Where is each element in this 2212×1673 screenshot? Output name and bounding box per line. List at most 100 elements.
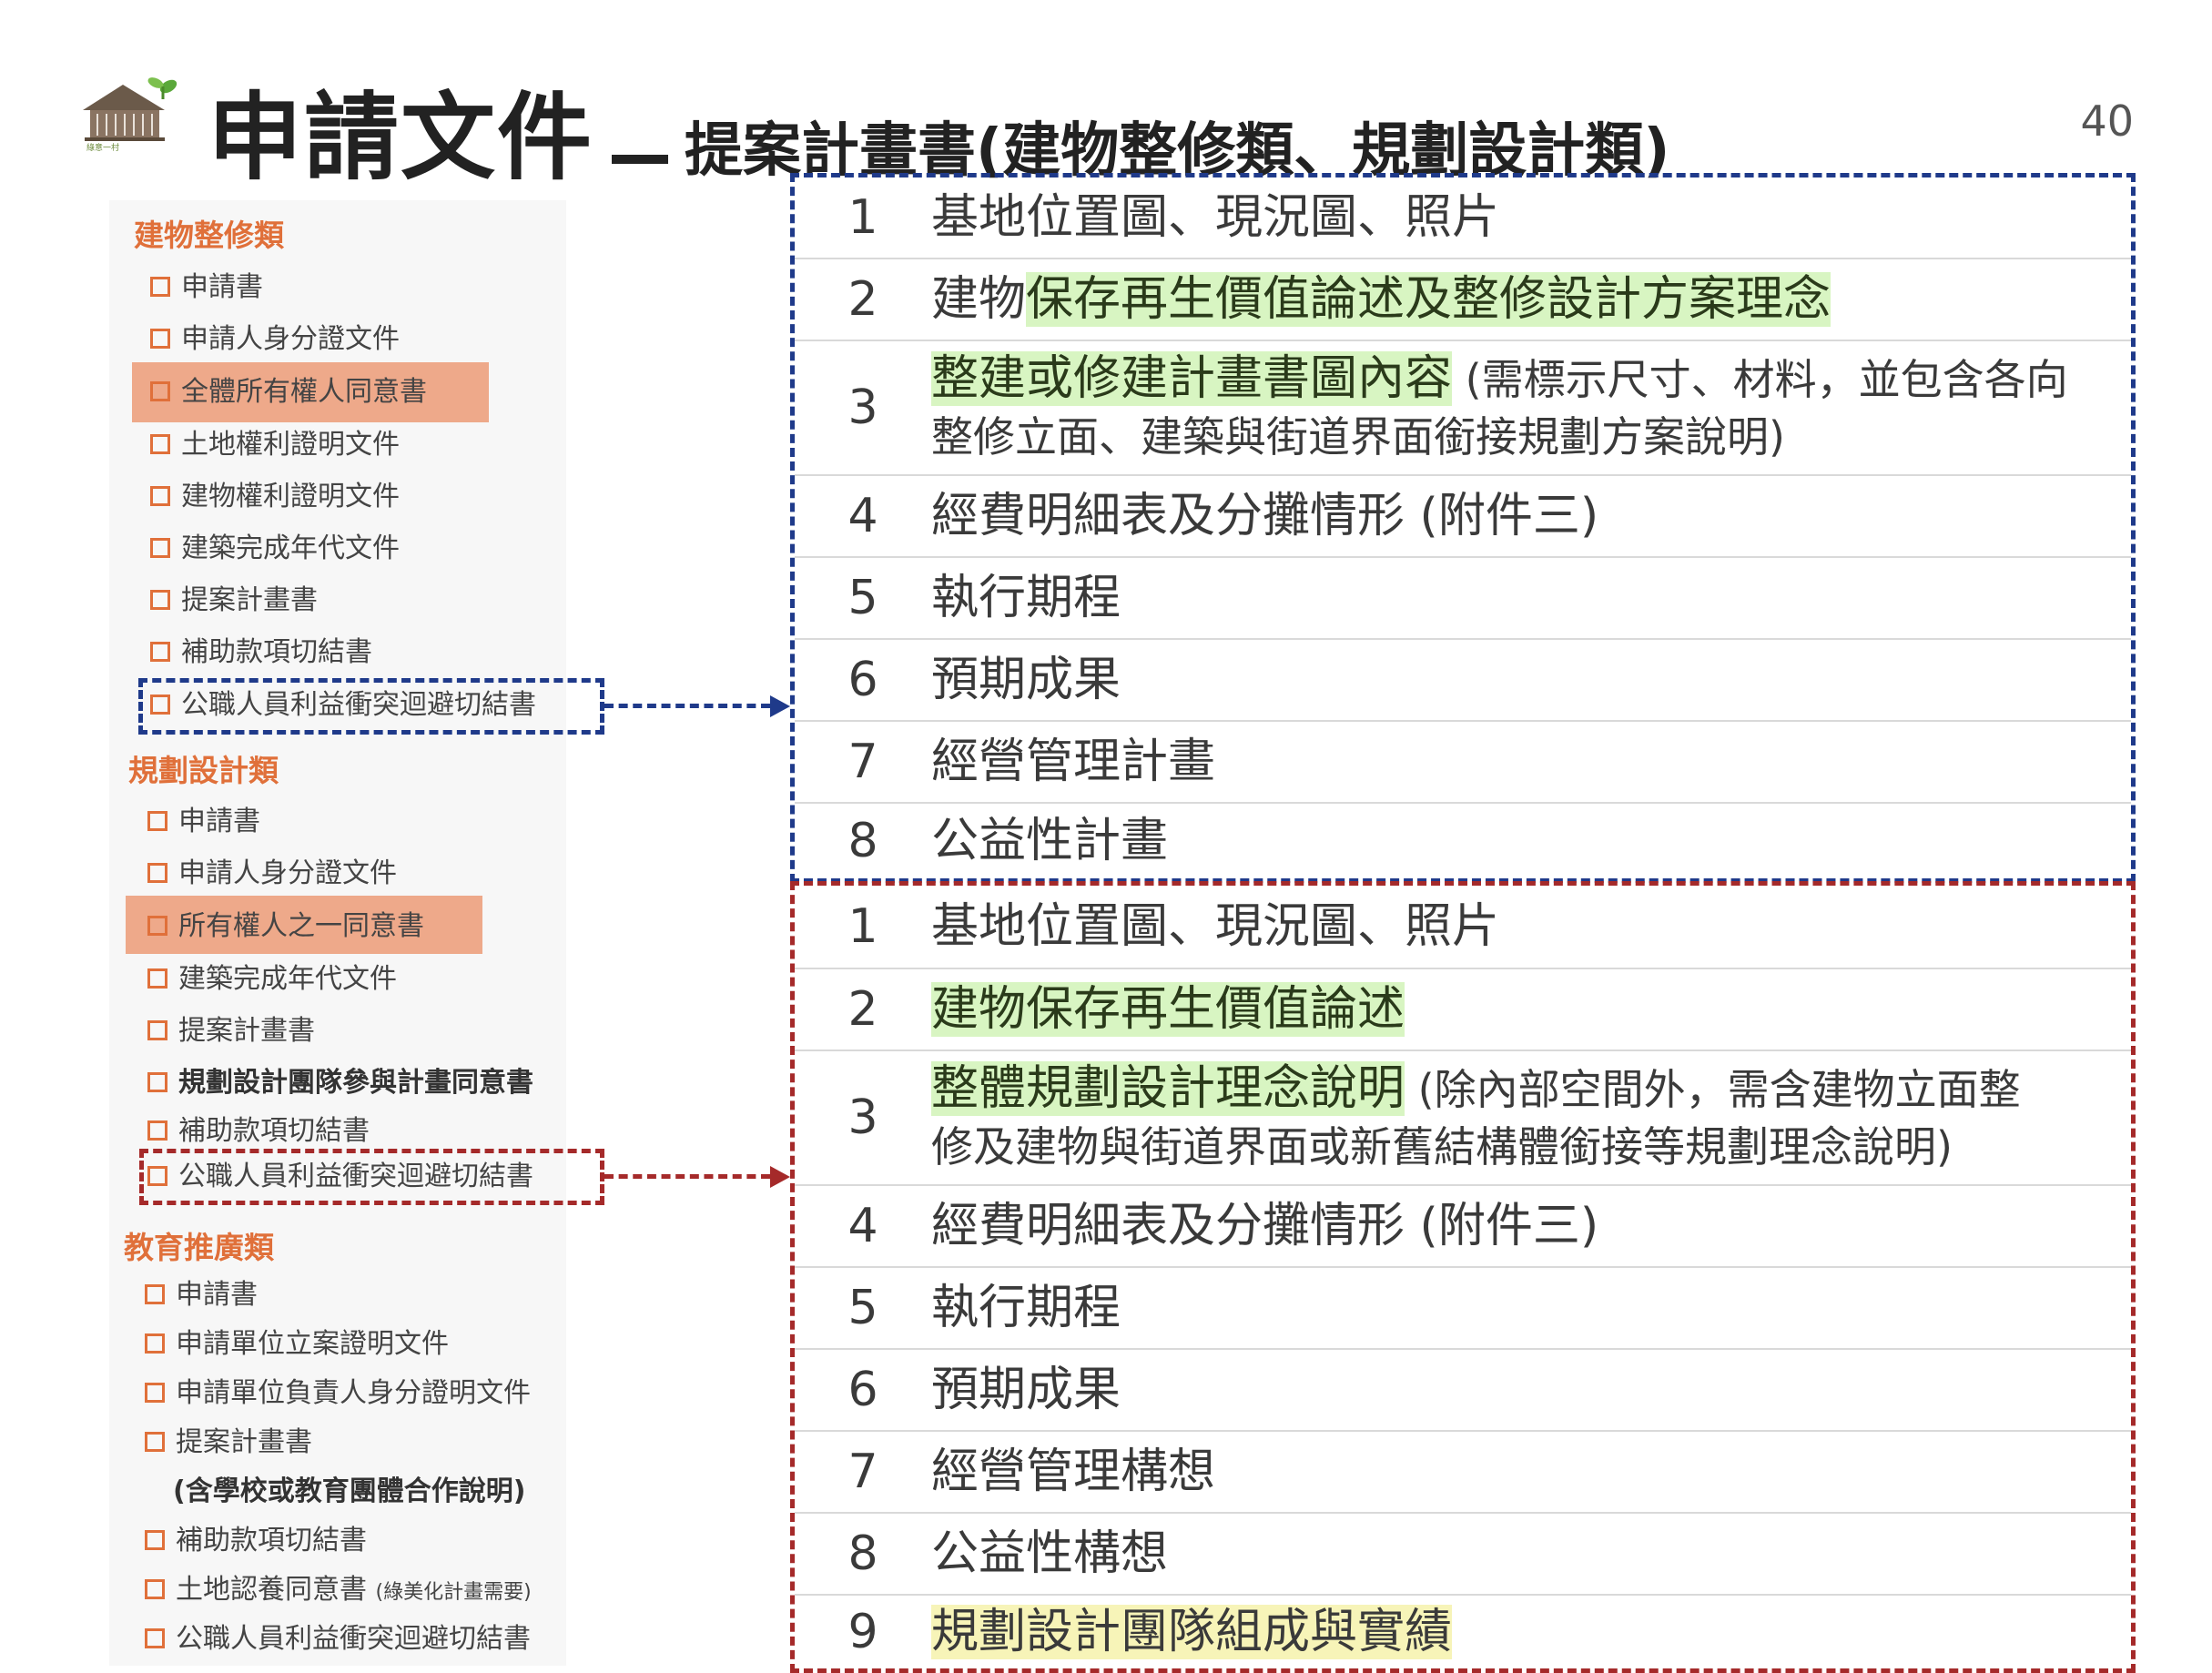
- row-number: 6: [847, 653, 878, 707]
- checkbox-icon[interactable]: [150, 537, 170, 558]
- checklist-item: 土地權利證明文件: [150, 424, 400, 466]
- row-number: 6: [847, 1363, 878, 1417]
- checklist-item: 申請書: [150, 267, 263, 309]
- checkbox-icon[interactable]: [147, 1165, 167, 1186]
- row-text: 公益性計畫: [931, 814, 1169, 868]
- page-number: 40: [2080, 96, 2134, 146]
- row-number: 2: [847, 982, 878, 1037]
- row-text: 基地位置圖、現況圖、照片: [931, 190, 1500, 245]
- table-row: 5 執行期程: [795, 1268, 2131, 1350]
- checklist-item: 申請人身分證文件: [147, 853, 397, 895]
- checklist-item: 建物權利證明文件: [150, 476, 400, 518]
- row-number: 4: [847, 489, 878, 543]
- checklist-item: 規劃設計團隊參與計畫同意書: [147, 1062, 533, 1104]
- row-text: 建物保存再生價值論述及整修設計方案理念: [931, 272, 1831, 327]
- highlight-text: 保存再生價值論述及整修設計方案理念: [1026, 272, 1831, 327]
- checkbox-icon[interactable]: [150, 485, 170, 506]
- row-text: 經營管理計畫: [931, 735, 1216, 789]
- checklist-item: 補助款項切結書: [150, 632, 372, 674]
- checkbox-icon[interactable]: [147, 862, 167, 883]
- checkbox-icon[interactable]: [150, 276, 170, 297]
- checkbox-icon[interactable]: [147, 1120, 167, 1141]
- table-row: 4 經費明細表及分攤情形 (附件三): [795, 476, 2131, 558]
- row-number: 1: [847, 190, 878, 245]
- arrow-right-icon: [770, 1166, 790, 1188]
- checkbox-icon[interactable]: [147, 968, 167, 989]
- checklist-item: 提案計畫書: [147, 1010, 315, 1052]
- highlight-text: 整體規劃設計理念說明: [931, 1061, 1405, 1116]
- row-text: 預期成果: [931, 653, 1121, 707]
- checklist-item: 申請書: [145, 1274, 258, 1316]
- table-row: 9 規劃設計團隊組成與實績: [795, 1596, 2131, 1668]
- checkbox-icon[interactable]: [147, 810, 167, 831]
- connector-planning: [604, 1174, 770, 1179]
- checklist-item: 申請書: [147, 801, 260, 843]
- table-row: 2 建物保存再生價值論述: [795, 969, 2131, 1051]
- table-row: 3 整體規劃設計理念說明 (除內部空間外，需含建物立面整 修及建物與街道界面或新舊…: [795, 1051, 2131, 1186]
- checkbox-icon[interactable]: [150, 641, 170, 662]
- row-number: 5: [847, 1281, 878, 1335]
- checkbox-icon[interactable]: [150, 380, 170, 401]
- checklist-item-note: (含學校或教育團體合作說明): [173, 1475, 526, 1507]
- checkbox-icon[interactable]: [145, 1431, 165, 1452]
- checklist-item: 所有權人之一同意書: [147, 906, 424, 948]
- checklist-item: 建築完成年代文件: [150, 528, 400, 570]
- checkbox-icon[interactable]: [150, 328, 170, 349]
- checkbox-icon[interactable]: [145, 1333, 165, 1354]
- checklist-item: 補助款項切結書: [145, 1520, 367, 1562]
- row-text: 執行期程: [931, 571, 1121, 625]
- checklist-item: 公職人員利益衝突迴避切結書: [145, 1618, 531, 1660]
- table-building: 1 基地位置圖、現況圖、照片 2 建物保存再生價值論述及整修設計方案理念 3 整…: [790, 173, 2136, 883]
- checkbox-icon[interactable]: [145, 1283, 165, 1304]
- table-row: 6 預期成果: [795, 640, 2131, 722]
- row-number: 5: [847, 571, 878, 625]
- highlight-text: 規劃設計團隊組成與實績: [931, 1605, 1453, 1659]
- row-number: 8: [847, 814, 878, 868]
- connector-building: [604, 704, 770, 708]
- table-row: 1 基地位置圖、現況圖、照片: [795, 177, 2131, 259]
- table-row: 1 基地位置圖、現況圖、照片: [795, 886, 2131, 969]
- highlight-text: 建物保存再生價值論述: [931, 982, 1405, 1037]
- checkbox-icon[interactable]: [145, 1529, 165, 1550]
- checkbox-icon[interactable]: [145, 1627, 165, 1648]
- checklist-item: 公職人員利益衝突迴避切結書: [150, 684, 536, 726]
- row-text: 公益性構想: [931, 1526, 1169, 1581]
- row-number: 4: [847, 1199, 878, 1253]
- row-text: 建物保存再生價值論述: [931, 981, 1405, 1038]
- heritage-house-logo: 綠意一村: [83, 77, 178, 152]
- checkbox-icon[interactable]: [145, 1578, 165, 1599]
- row-text: 預期成果: [931, 1363, 1121, 1417]
- row-number: 9: [847, 1605, 878, 1659]
- row-text: 經費明細表及分攤情形 (附件三): [931, 1199, 1599, 1253]
- table-row: 5 執行期程: [795, 558, 2131, 640]
- logo-caption: 綠意一村: [86, 142, 119, 152]
- row-number: 8: [847, 1526, 878, 1581]
- row-text: 整體規劃設計理念說明 (除內部空間外，需含建物立面整 修及建物與街道界面或新舊結構…: [931, 1061, 2021, 1171]
- row-number: 3: [847, 1090, 878, 1145]
- checkbox-icon[interactable]: [145, 1382, 165, 1403]
- checkbox-icon[interactable]: [150, 433, 170, 454]
- row-text: 規劃設計團隊組成與實績: [931, 1604, 1453, 1660]
- title-main: 申請文件: [208, 82, 594, 193]
- table-row: 8 公益性構想: [795, 1514, 2131, 1596]
- category-building: 建物整修類: [134, 218, 284, 253]
- checkbox-icon[interactable]: [150, 589, 170, 610]
- table-row: 4 經費明細表及分攤情形 (附件三): [795, 1186, 2131, 1268]
- table-row: 7 經營管理計畫: [795, 722, 2131, 804]
- table-row: 6 預期成果: [795, 1350, 2131, 1432]
- checklist-item: 提案計畫書: [145, 1422, 312, 1464]
- row-number: 7: [847, 735, 878, 789]
- checklist-item: 土地認養同意書 (綠美化計畫需要): [145, 1569, 532, 1611]
- row-number: 7: [847, 1445, 878, 1499]
- category-planning: 規劃設計類: [128, 753, 279, 788]
- checkbox-icon[interactable]: [147, 915, 167, 936]
- row-text: 經營管理構想: [931, 1445, 1216, 1499]
- row-number: 1: [847, 899, 878, 954]
- title-dash: [612, 154, 669, 164]
- checkbox-icon[interactable]: [150, 694, 170, 715]
- highlight-text: 整建或修建計畫書圖內容: [931, 351, 1453, 406]
- checkbox-icon[interactable]: [147, 1019, 167, 1040]
- checkbox-icon[interactable]: [147, 1071, 167, 1092]
- checklist-item: 申請單位立案證明文件: [145, 1323, 449, 1365]
- table-row: 7 經營管理構想: [795, 1432, 2131, 1514]
